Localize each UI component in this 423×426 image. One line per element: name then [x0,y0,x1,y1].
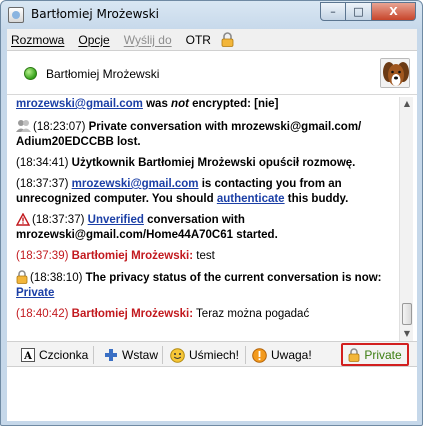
otr-lock-icon[interactable] [221,32,234,47]
private-link[interactable]: Private [16,287,54,299]
menu-wyslij-do[interactable]: Wyślij do [124,33,172,47]
message-7: (18:38:10) The privacy status of the cur… [16,270,382,299]
online-status-icon [24,67,37,80]
otr-private-button[interactable]: Private [341,343,409,366]
menu-opcje[interactable]: Opcje [78,33,109,47]
authenticate-link[interactable]: authenticate [217,193,285,205]
message-6: (18:37:39) Bartłomiej Mrożewski: test [16,250,215,262]
message-history[interactable]: mrozewski@gmail.com was not encrypted: [… [16,97,397,341]
menu-rozmowa[interactable]: Rozmowa [11,33,64,47]
message-3: (18:34:41) Użytkownik Bartłomiej Mrożews… [16,157,356,169]
svg-text:A: A [23,351,32,362]
attention-icon [252,347,267,363]
chat-window: Bartłomiej Mrożewski – □ X Rozmowa Opcje… [0,0,423,426]
email-link[interactable]: mrozewski@gmail.com [72,178,199,190]
message-4: (18:37:37) mrozewski@gmail.com is contac… [16,178,349,205]
message-1: mrozewski@gmail.com was not encrypted: [… [16,98,279,110]
dog-avatar-icon [381,59,409,87]
conversation-panel: Bartłomiej Mrożewski mrozewski@gmail.com… [7,51,417,421]
email-link[interactable]: mrozewski@gmail.com [16,98,143,110]
insert-plus-icon [105,349,117,361]
warning-icon [16,213,30,226]
toolbar-divider [245,346,246,364]
contact-header: Bartłomiej Mrożewski [7,51,417,95]
font-icon: A [21,348,35,362]
message-8: (18:40:42) Bartłomiej Mrożewski: Teraz m… [16,308,310,320]
sender-name: Bartłomiej Mrożewski: [71,308,194,320]
maximize-button[interactable]: □ [346,2,372,21]
contact-name: Bartłomiej Mrożewski [46,67,160,81]
private-lock-icon [348,347,360,362]
insert-button[interactable]: Wstaw [104,345,158,365]
minimize-button[interactable]: – [320,2,346,21]
message-input[interactable] [7,368,417,421]
message-2: (18:23:07) Private conversation with mro… [16,120,362,148]
scroll-up-icon[interactable]: ▲ [401,98,413,110]
attention-button[interactable]: Uwaga! [252,345,312,365]
scroll-down-icon[interactable]: ▼ [401,328,413,340]
toolbar-divider [93,346,94,364]
formatting-toolbar: A Czcionka Wstaw Uśmiech! Uwaga! Private [7,341,417,367]
font-button[interactable]: A Czcionka [21,345,88,365]
menu-otr[interactable]: OTR [186,33,211,47]
smiley-icon [170,347,185,363]
message-5: (18:37:37) Unverified conversation with … [16,213,278,241]
close-button[interactable]: X [372,2,416,21]
app-icon [8,7,24,23]
window-controls: – □ X [320,2,416,21]
smile-button[interactable]: Uśmiech! [170,345,239,365]
sender-name: Bartłomiej Mrożewski: [71,250,194,262]
buddy-avatar[interactable] [380,58,410,88]
window-title: Bartłomiej Mrożewski [31,7,159,21]
title-bar[interactable]: Bartłomiej Mrożewski – □ X [1,1,422,29]
scroll-thumb[interactable] [402,303,412,325]
toolbar-divider [162,346,163,364]
unverified-link[interactable]: Unverified [88,214,144,226]
chat-scrollbar[interactable]: ▲ ▼ [399,97,413,341]
people-icon [16,120,31,132]
private-lock-icon [16,270,28,284]
menu-bar: Rozmowa Opcje Wyślij do OTR [7,29,417,51]
